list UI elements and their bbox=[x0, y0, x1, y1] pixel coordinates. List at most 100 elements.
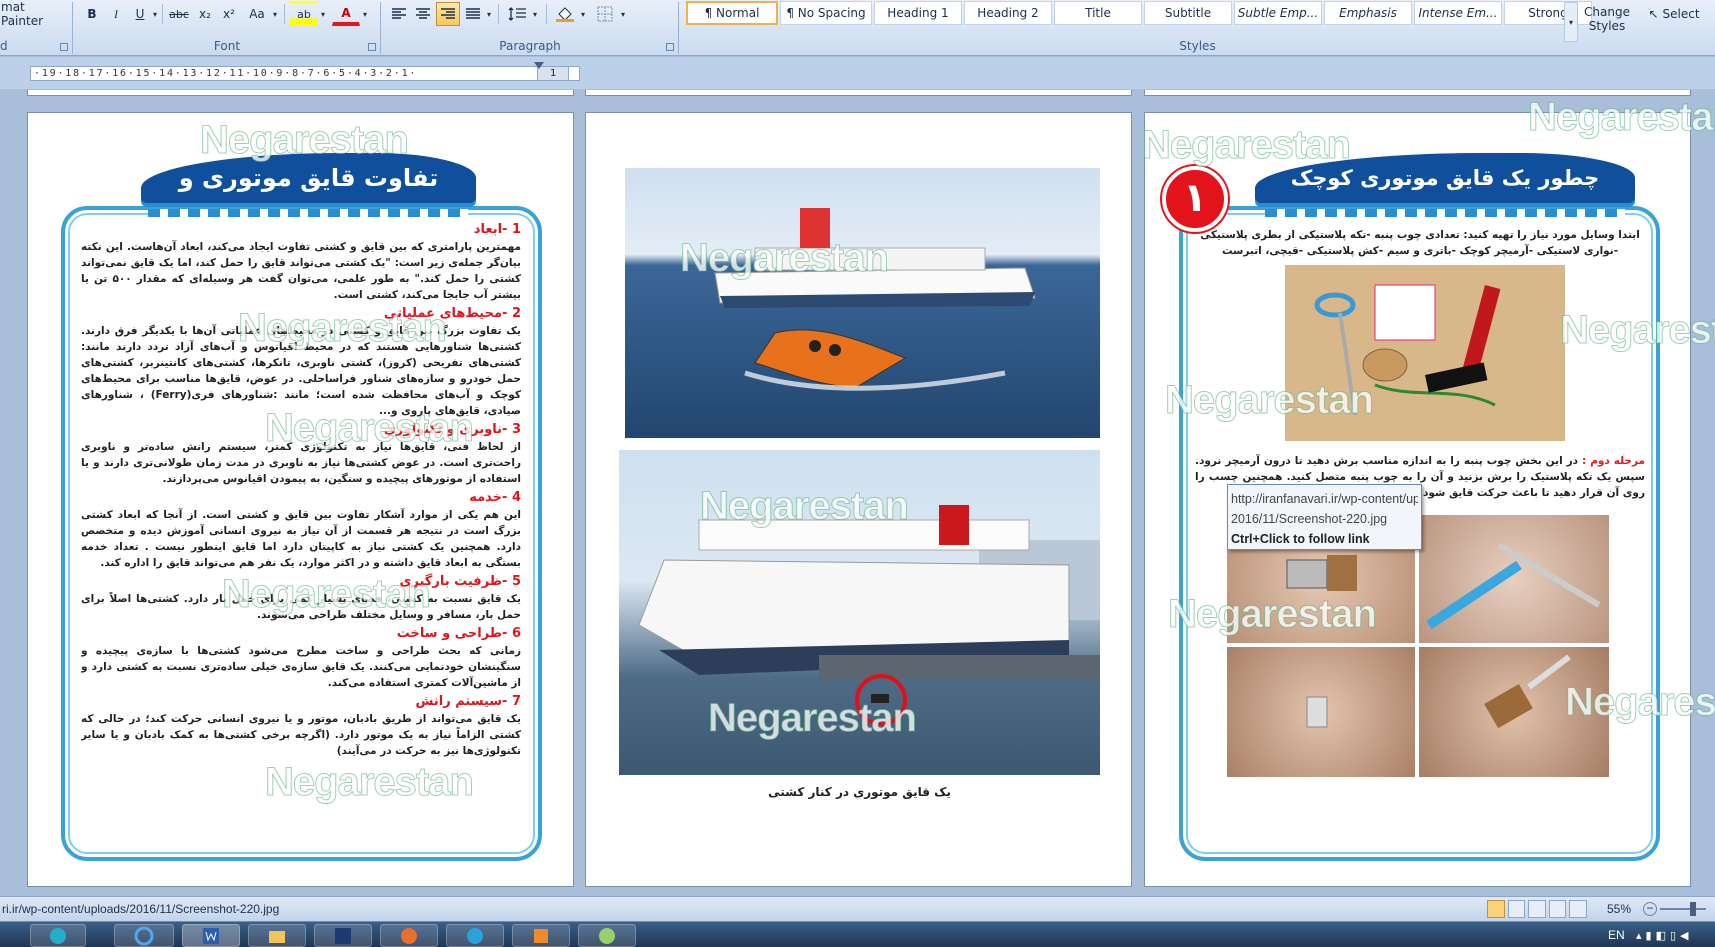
highlight-dropdown-icon[interactable]: ▾ bbox=[318, 2, 328, 26]
wave-decoration bbox=[1265, 209, 1625, 217]
print-layout-icon[interactable] bbox=[1487, 900, 1505, 918]
outline-icon[interactable] bbox=[1548, 900, 1567, 918]
bold-button[interactable]: B bbox=[82, 2, 102, 26]
clipboard-launcher-icon[interactable] bbox=[60, 43, 68, 51]
borders-dropdown-icon[interactable]: ▾ bbox=[618, 2, 628, 26]
materials-intro: ابتدا وسایل مورد نیاز را تهیه کنید: تعدا… bbox=[1200, 229, 1640, 257]
borders-icon[interactable] bbox=[592, 2, 618, 26]
style-intense-emphasis[interactable]: Intense Em... bbox=[1414, 1, 1502, 25]
subscript-button[interactable]: x₂ bbox=[194, 2, 216, 26]
page-title-banner: چطور یک قایق موتوری کوچک بسازیم؟ bbox=[1255, 153, 1635, 240]
section-heading: 4 -خدمه bbox=[469, 490, 521, 505]
previous-page-bottom bbox=[27, 90, 574, 96]
section-body: این هم یکی از موارد آشکار تفاوت بین قایق… bbox=[81, 509, 521, 569]
zoom-slider[interactable] bbox=[1660, 908, 1706, 910]
firefox-icon[interactable] bbox=[380, 924, 438, 947]
tray-icons[interactable]: ▴▮◧▯◀ bbox=[1636, 929, 1692, 942]
font-color-button[interactable]: A bbox=[332, 2, 360, 26]
justify-dropdown-icon[interactable]: ▾ bbox=[484, 2, 494, 26]
style-title[interactable]: Title bbox=[1054, 1, 1142, 25]
document-workspace[interactable]: تفاوت قایق موتوری و کشتی 1 -ابعاد مهمتری… bbox=[0, 90, 1715, 896]
highlight-button[interactable]: ab bbox=[290, 2, 318, 26]
superscript-button[interactable]: x² bbox=[218, 2, 240, 26]
style-emphasis[interactable]: Emphasis bbox=[1324, 1, 1412, 25]
page-middle[interactable]: یک قایق موتوری در کنار کشتی bbox=[585, 112, 1132, 887]
style-subtitle[interactable]: Subtitle bbox=[1144, 1, 1232, 25]
align-right-icon[interactable] bbox=[436, 2, 460, 26]
ruler-scale: ·19·18·17·16·15·14·13·12·11·10·9·8·7·6·5… bbox=[30, 66, 580, 81]
indent-marker-icon[interactable] bbox=[534, 62, 544, 69]
zoom-slider-thumb[interactable] bbox=[1690, 902, 1696, 916]
change-styles-button[interactable]: Change Styles bbox=[1582, 2, 1632, 36]
step-2-label: مرحله دوم : bbox=[1582, 455, 1645, 467]
section-heading: 1 -ابعاد bbox=[473, 222, 521, 237]
shading-dropdown-icon[interactable]: ▾ bbox=[578, 2, 588, 26]
app-icon-generic[interactable] bbox=[30, 924, 86, 947]
select-button[interactable]: ↖ Select bbox=[1644, 2, 1704, 26]
strikethrough-button[interactable]: abc bbox=[166, 2, 192, 26]
ribbon-separator bbox=[380, 2, 381, 54]
ribbon-separator bbox=[678, 2, 679, 54]
draft-icon[interactable] bbox=[1569, 900, 1587, 918]
zoom-out-icon[interactable]: − bbox=[1643, 902, 1657, 916]
tooltip-url-line-2: 2016/11/Screenshot-220.jpg bbox=[1231, 512, 1388, 526]
style-strong[interactable]: Strong bbox=[1504, 1, 1592, 25]
font-group-label: Font bbox=[213, 39, 241, 53]
underline-dropdown-icon[interactable]: ▾ bbox=[150, 2, 160, 26]
telegram-icon[interactable] bbox=[446, 924, 504, 947]
language-indicator[interactable]: EN bbox=[1608, 928, 1625, 942]
font-color-dropdown-icon[interactable]: ▾ bbox=[360, 2, 370, 26]
justify-icon[interactable] bbox=[462, 2, 484, 26]
ribbon: mat Painter d B I U ▾ abc x₂ x² Aa ▾ ab … bbox=[0, 0, 1715, 56]
change-styles-label-2: Styles bbox=[1588, 19, 1626, 33]
select-label: Select bbox=[1662, 7, 1700, 21]
media-player-icon[interactable] bbox=[512, 924, 570, 947]
style-no-spacing[interactable]: ¶ No Spacing bbox=[780, 1, 872, 25]
styles-more-icon[interactable]: ▾ bbox=[1564, 2, 1578, 42]
section-body: زمانی که بحث طراحی و ساخت مطرح می‌شود کش… bbox=[81, 645, 521, 689]
align-left-icon[interactable] bbox=[388, 2, 410, 26]
full-screen-reading-icon[interactable] bbox=[1507, 900, 1526, 918]
line-spacing-icon[interactable] bbox=[504, 2, 530, 26]
shading-icon[interactable] bbox=[552, 2, 578, 26]
internet-explorer-icon[interactable] bbox=[114, 924, 174, 947]
page-title-banner: تفاوت قایق موتوری و کشتی bbox=[141, 153, 476, 242]
web-layout-icon[interactable] bbox=[1528, 900, 1546, 918]
paragraph-group: ▾ ▾ ▾ ▾ Paragraph bbox=[382, 0, 678, 56]
section-heading: 3 -ناوبری و تکنولوژی bbox=[383, 422, 521, 437]
style-heading-1[interactable]: Heading 1 bbox=[874, 1, 962, 25]
paragraph-launcher-icon[interactable] bbox=[666, 43, 674, 51]
styles-group-label: Styles bbox=[1179, 39, 1216, 53]
wave-decoration bbox=[148, 209, 468, 217]
tooltip-hint-text: Ctrl+Click to follow link bbox=[1231, 532, 1370, 546]
font-group: B I U ▾ abc x₂ x² Aa ▾ ab ▾ A ▾ Font bbox=[74, 0, 380, 56]
format-painter-button[interactable]: mat Painter bbox=[0, 0, 68, 28]
font-launcher-icon[interactable] bbox=[368, 43, 376, 51]
style-normal[interactable]: ¶ Normal bbox=[686, 1, 778, 25]
change-case-dropdown-icon[interactable]: ▾ bbox=[270, 2, 280, 26]
photoshop-icon[interactable] bbox=[314, 924, 372, 947]
underline-button[interactable]: U bbox=[130, 2, 150, 26]
style-heading-2[interactable]: Heading 2 bbox=[964, 1, 1052, 25]
section-body: یک قایق می‌تواند از طریق بادبان، موتور و… bbox=[81, 713, 521, 757]
horizontal-ruler[interactable]: ·19·18·17·16·15·14·13·12·11·10·9·8·7·6·5… bbox=[0, 57, 1715, 89]
step-photo-4 bbox=[1419, 647, 1609, 777]
taskbar: EN ▴▮◧▯◀ bbox=[0, 921, 1715, 947]
tools-photo bbox=[1285, 265, 1565, 441]
folder-icon[interactable] bbox=[248, 924, 306, 947]
word-icon[interactable] bbox=[182, 924, 240, 947]
zoom-level[interactable]: 55% bbox=[1607, 902, 1631, 916]
line-spacing-dropdown-icon[interactable]: ▾ bbox=[530, 2, 540, 26]
separator bbox=[162, 4, 163, 24]
style-subtle-emphasis[interactable]: Subtle Emp... bbox=[1234, 1, 1322, 25]
section-heading: 5 -ظرفیت بارگیری bbox=[399, 574, 521, 589]
section-heading: 2 -محیط‌های عملیاتی bbox=[383, 306, 521, 321]
italic-button[interactable]: I bbox=[106, 2, 126, 26]
page-left[interactable]: تفاوت قایق موتوری و کشتی 1 -ابعاد مهمتری… bbox=[27, 112, 574, 887]
view-buttons bbox=[1487, 900, 1587, 918]
change-case-button[interactable]: Aa bbox=[244, 2, 270, 26]
align-center-icon[interactable] bbox=[412, 2, 434, 26]
ship-at-dock-photo bbox=[619, 450, 1100, 775]
status-bar: ri.ir/wp-content/uploads/2016/11/Screens… bbox=[0, 896, 1715, 921]
paint-icon[interactable] bbox=[578, 924, 636, 947]
